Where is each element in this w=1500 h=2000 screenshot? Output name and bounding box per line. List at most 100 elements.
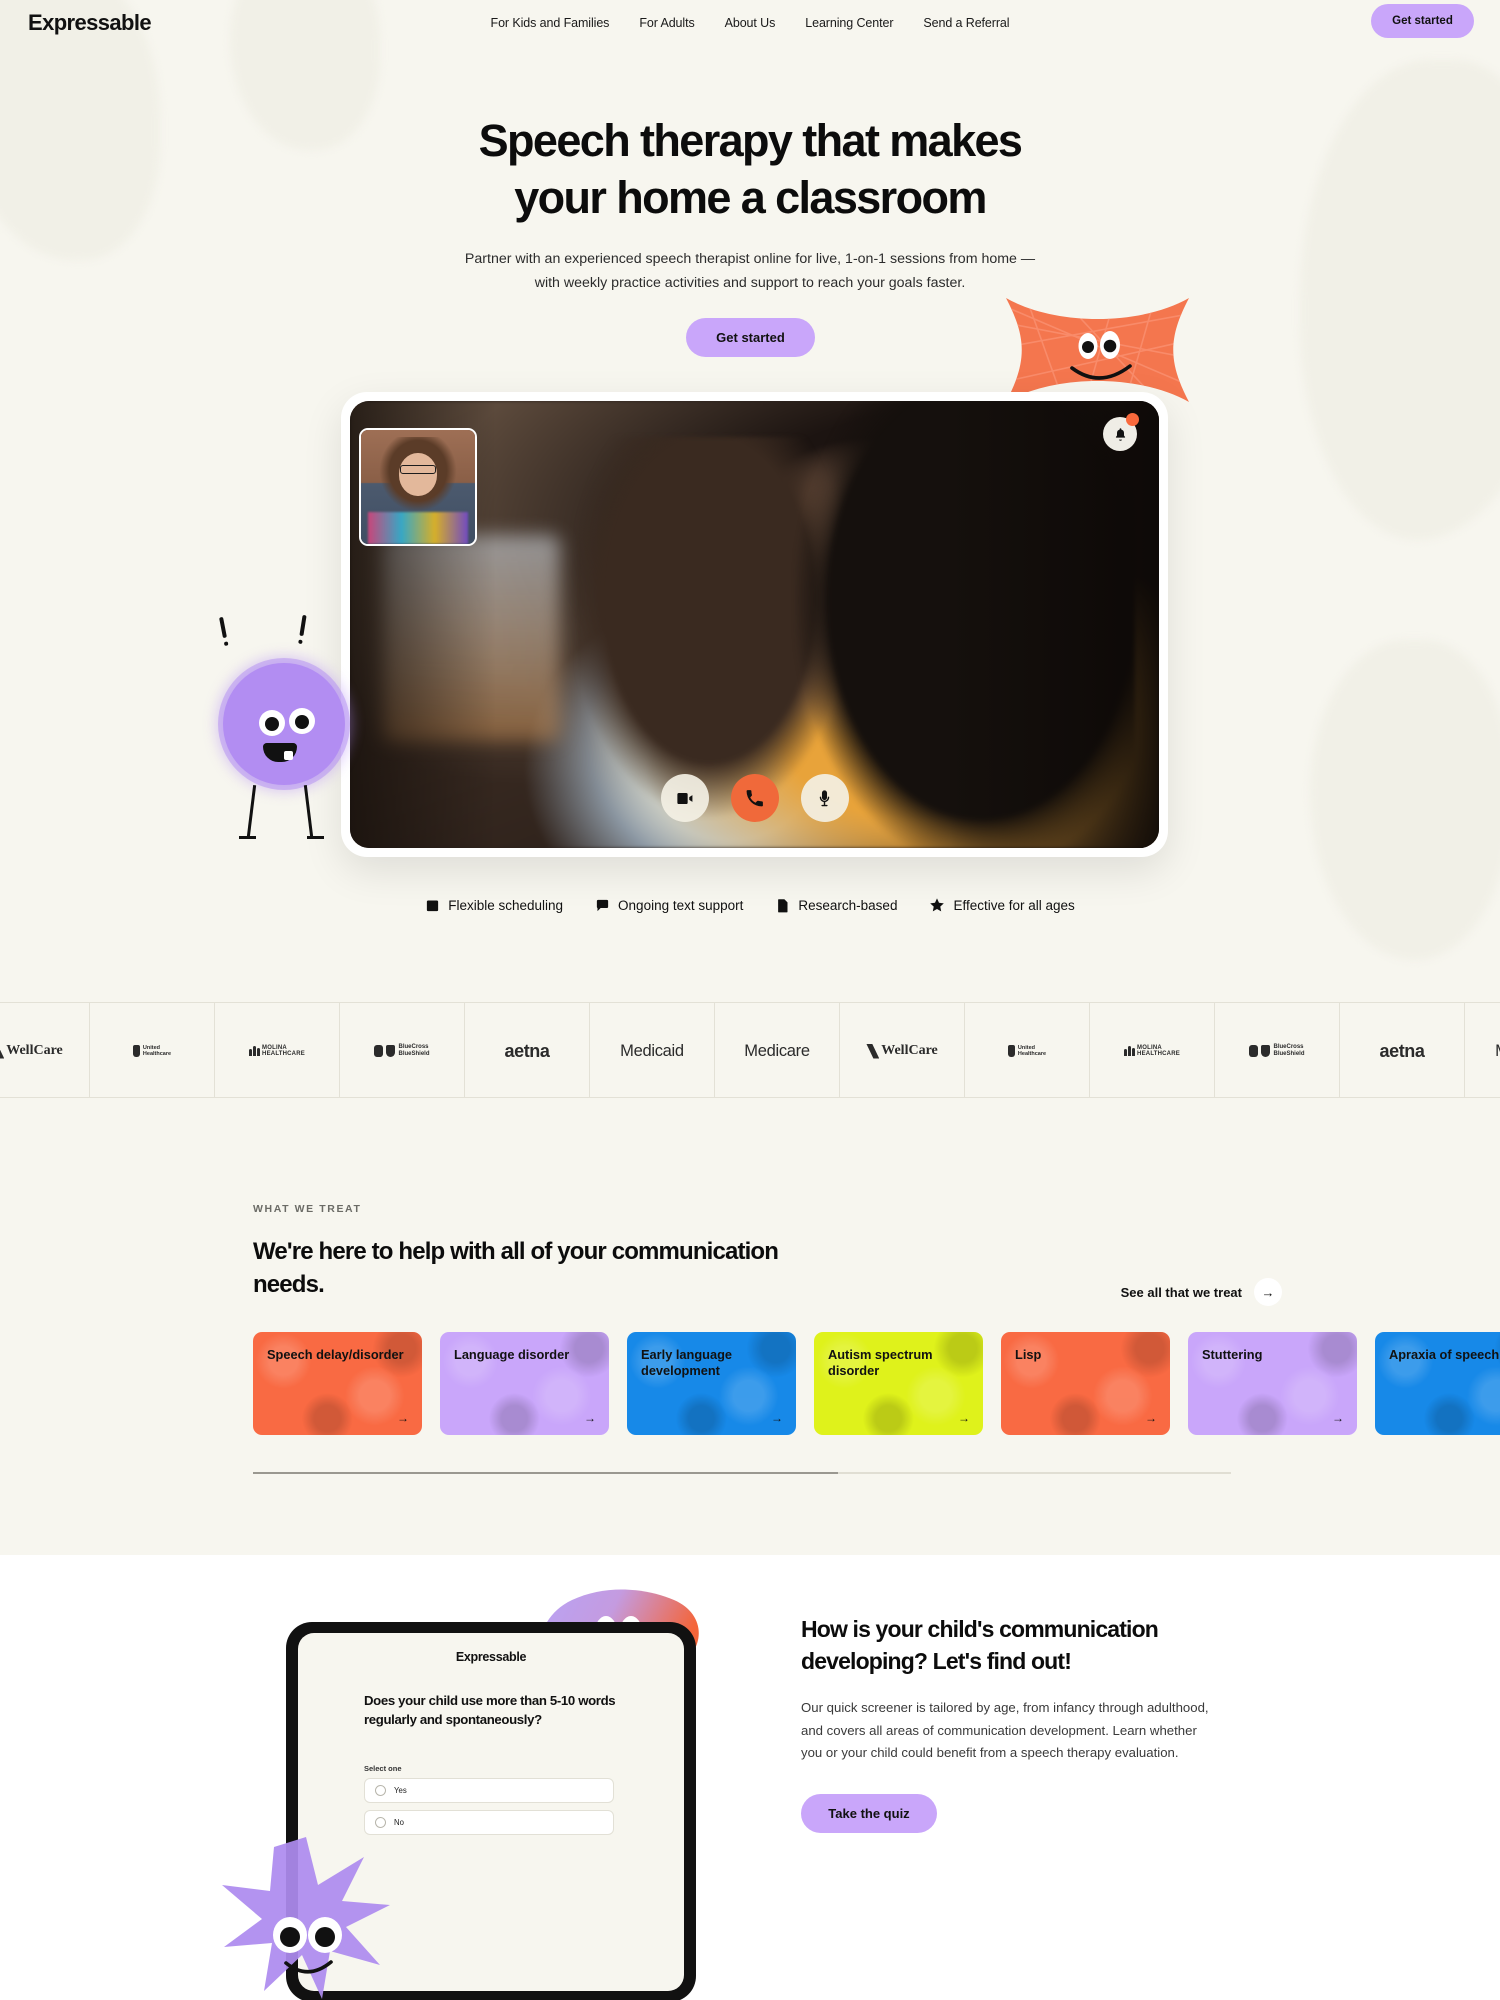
calendar-icon bbox=[427, 900, 439, 911]
mascot-tooth bbox=[284, 751, 293, 760]
card-label: Language disorder bbox=[454, 1347, 570, 1362]
insurance-logo-label: aetna bbox=[1379, 1040, 1425, 1061]
insurance-logo-bluecross-blueshield: BlueCross BlueShield bbox=[340, 1003, 465, 1097]
scrollbar-thumb[interactable] bbox=[253, 1472, 838, 1474]
section-eyebrow: WHAT WE TREAT bbox=[253, 1203, 362, 1215]
quiz-select-hint: Select one bbox=[364, 1764, 402, 1773]
treatment-card-apraxia-of-speech[interactable]: Apraxia of speech → bbox=[1375, 1332, 1500, 1435]
insurance-logo-line-2: Healthcare bbox=[142, 1051, 172, 1057]
quiz-question: Does your child use more than 5-10 words… bbox=[364, 1693, 616, 1727]
exclamation-mark-icon bbox=[299, 614, 307, 637]
call-controls bbox=[350, 774, 1159, 822]
card-label: Autism spectrum disorder bbox=[828, 1347, 933, 1378]
insurance-logo-united-healthcare: United Healthcare bbox=[965, 1003, 1090, 1097]
treatment-card-speech-delay-disorder[interactable]: Speech delay/disorder → bbox=[253, 1332, 422, 1435]
treatment-card-list: Speech delay/disorder → Language disorde… bbox=[253, 1332, 1500, 1435]
header-get-started-button[interactable]: Get started bbox=[1371, 4, 1474, 38]
mascot-foot bbox=[239, 836, 256, 839]
microphone-toggle-button[interactable] bbox=[800, 774, 849, 822]
card-carousel-scrollbar[interactable] bbox=[253, 1472, 1231, 1474]
card-label: Apraxia of speech bbox=[1389, 1347, 1500, 1362]
camera-toggle-button[interactable] bbox=[660, 774, 709, 822]
therapist-thumbnail[interactable] bbox=[359, 428, 477, 546]
main-nav: For Kids and Families For Adults About U… bbox=[0, 16, 1500, 30]
landing-page: Expressable For Kids and Families For Ad… bbox=[0, 0, 1500, 2000]
quiz-option-no[interactable]: No bbox=[364, 1810, 614, 1835]
insurance-logo-line-2: HEALTHCARE bbox=[262, 1051, 305, 1057]
quiz-option-label: No bbox=[394, 1818, 404, 1827]
cross-icon bbox=[1249, 1045, 1259, 1057]
arrow-right-icon: → bbox=[1332, 1411, 1344, 1425]
people-icon bbox=[1124, 1046, 1136, 1056]
insurance-logo-wellcare: WellCare bbox=[840, 1003, 965, 1097]
insurance-logo-molina: MOLINA HEALTHCARE bbox=[215, 1003, 340, 1097]
shield-icon bbox=[132, 1045, 140, 1057]
insurance-logo-line-2: BlueShield bbox=[398, 1051, 430, 1057]
card-label: Lisp bbox=[1015, 1347, 1042, 1362]
quiz-body-text: Our quick screener is tailored by age, f… bbox=[801, 1700, 1209, 1760]
insurance-logo-wellcare: WellCare bbox=[0, 1003, 90, 1097]
arrow-right-icon: → bbox=[1145, 1411, 1157, 1425]
purple-star-mascot-icon bbox=[218, 1833, 393, 2000]
quiz-title: How is your child's communication develo… bbox=[801, 1613, 1231, 1677]
arrow-right-icon: → bbox=[958, 1411, 970, 1425]
mascot-leg bbox=[303, 785, 313, 837]
feature-label: Ongoing text support bbox=[618, 897, 744, 913]
nav-item-about-us[interactable]: About Us bbox=[725, 16, 776, 30]
hero-subtitle: Partner with an experienced speech thera… bbox=[0, 247, 1500, 295]
avatar-shirt bbox=[367, 512, 469, 544]
nav-item-send-a-referral[interactable]: Send a Referral bbox=[923, 16, 1009, 30]
feature-label: Flexible scheduling bbox=[448, 897, 564, 913]
end-call-button[interactable] bbox=[730, 774, 779, 822]
insurance-logo-united-healthcare: United Healthcare bbox=[90, 1003, 215, 1097]
video-session-card bbox=[341, 392, 1168, 857]
hero-title-line-1: Speech therapy that makes bbox=[478, 115, 1023, 166]
treatment-card-lisp[interactable]: Lisp → bbox=[1001, 1332, 1170, 1435]
nav-item-for-kids-and-families[interactable]: For Kids and Families bbox=[491, 16, 610, 30]
nav-item-learning-center[interactable]: Learning Center bbox=[805, 16, 893, 30]
page-title: Speech therapy that makes your home a cl… bbox=[0, 112, 1500, 226]
arrow-right-icon: → bbox=[397, 1411, 409, 1425]
wellcare-mark-icon bbox=[0, 1043, 5, 1059]
notification-badge bbox=[1126, 413, 1139, 426]
see-all-label: See all that we treat bbox=[1120, 1284, 1242, 1300]
treatment-card-stuttering[interactable]: Stuttering → bbox=[1188, 1332, 1357, 1435]
mascot-foot bbox=[307, 836, 324, 839]
treatment-card-autism-spectrum-disorder[interactable]: Autism spectrum disorder → bbox=[814, 1332, 983, 1435]
insurance-logo-aetna: aetna bbox=[465, 1003, 590, 1097]
camera-icon bbox=[677, 792, 693, 804]
take-the-quiz-button[interactable]: Take the quiz bbox=[801, 1793, 937, 1833]
document-icon bbox=[778, 898, 788, 912]
bell-icon bbox=[1115, 427, 1125, 441]
hero-title-line-2: your home a classroom bbox=[514, 172, 987, 223]
quiz-title-line-2: developing? Let's find out! bbox=[801, 1648, 1072, 1674]
mascot-leg bbox=[246, 785, 256, 837]
insurance-logo-line-1: BlueCross bbox=[1273, 1044, 1304, 1051]
nav-item-for-adults[interactable]: For Adults bbox=[639, 16, 694, 30]
mascot-eye bbox=[259, 710, 285, 736]
insurance-logo-line-1: BlueCross bbox=[398, 1044, 429, 1051]
microphone-icon bbox=[819, 789, 830, 806]
quiz-option-yes[interactable]: Yes bbox=[364, 1778, 614, 1803]
insurance-logo-label: Medicaid bbox=[620, 1041, 684, 1060]
card-label: Speech delay/disorder bbox=[267, 1347, 404, 1362]
radio-icon bbox=[375, 1817, 386, 1828]
insurance-logo-bluecross-blueshield: BlueCross BlueShield bbox=[1215, 1003, 1340, 1097]
quiz-promo-section: Expressable Does your child use more tha… bbox=[0, 1555, 1500, 2000]
shield-icon bbox=[386, 1045, 396, 1057]
hero-get-started-button[interactable]: Get started bbox=[686, 318, 815, 357]
section-title: We're here to help with all of your comm… bbox=[253, 1238, 779, 1298]
insurance-logo-label: aetna bbox=[504, 1040, 550, 1061]
quiz-brand-logo: Expressable bbox=[455, 1650, 527, 1664]
see-all-that-we-treat-link[interactable]: See all that we treat → bbox=[1121, 1278, 1282, 1306]
insurance-logo-label: Medicare bbox=[744, 1041, 810, 1060]
video-stream bbox=[350, 401, 1159, 848]
insurance-logo-band: WellCare United Healthcare MOLINA HEALTHCA… bbox=[0, 1002, 1500, 1098]
arrow-right-icon: → bbox=[771, 1411, 783, 1425]
people-icon bbox=[249, 1046, 261, 1056]
treatment-card-language-disorder[interactable]: Language disorder → bbox=[440, 1332, 609, 1435]
insurance-logo-medicaid: Medicaid bbox=[1465, 1003, 1500, 1097]
insurance-logo-line-2: Healthcare bbox=[1017, 1051, 1047, 1057]
avatar-face bbox=[398, 452, 438, 497]
treatment-card-early-language-development[interactable]: Early language development → bbox=[627, 1332, 796, 1435]
